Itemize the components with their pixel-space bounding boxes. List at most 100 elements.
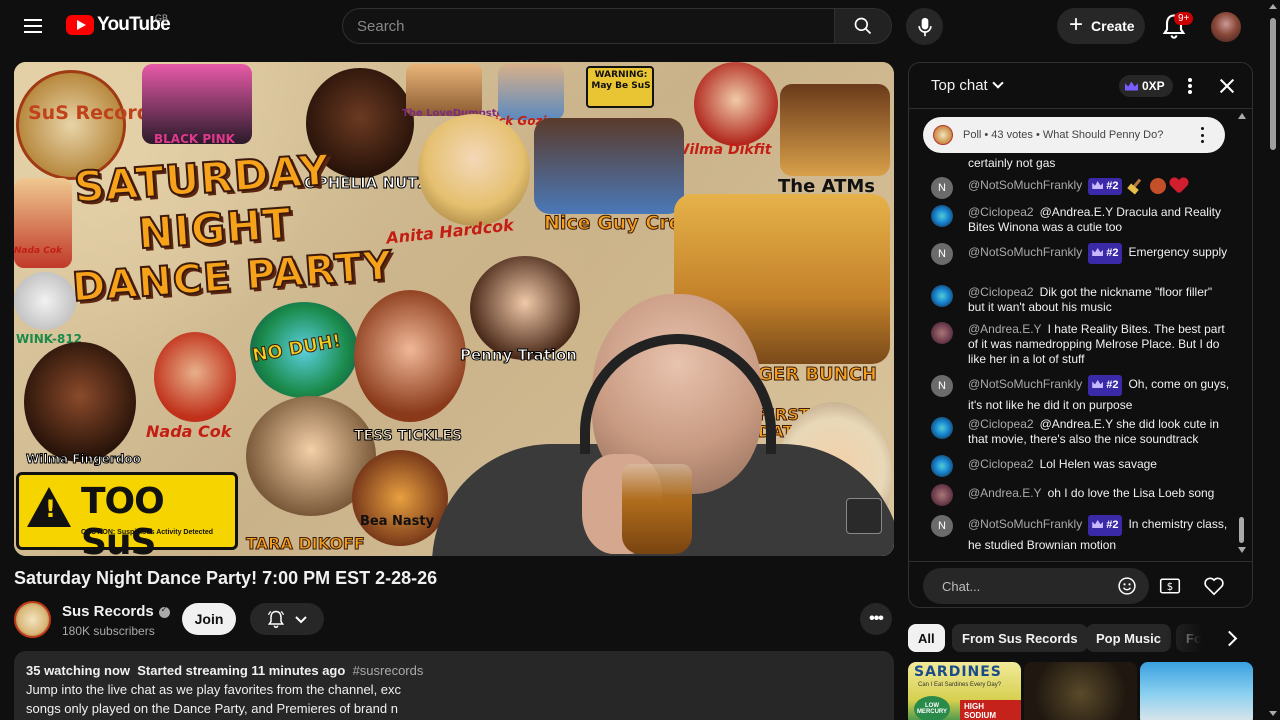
close-icon[interactable] [1217,76,1237,96]
chat-author[interactable]: @Andrea.E.Y [968,486,1042,500]
thumb-tara: TARA DIKOFF [246,534,366,554]
chat-author[interactable]: @NotSoMuchFrankly [968,178,1082,192]
portrait-wilma-dikfit [694,62,778,146]
search-button[interactable] [834,8,892,44]
create-label: Create [1091,18,1135,34]
thumb-too-sus: TOO SuS [81,481,165,556]
portrait-atms [780,84,890,176]
heart-button[interactable] [1202,574,1226,598]
portrait-nice-guy [534,118,684,214]
chat-author[interactable]: @NotSoMuchFrankly [968,245,1082,259]
chat-message-list[interactable]: certainly not gas N @NotSoMuchFrankly #2 … [909,153,1239,553]
chevron-down-icon [295,616,307,624]
chat-avatar[interactable] [931,285,953,307]
create-button[interactable]: + Create [1057,8,1145,44]
hashtag-link[interactable]: #susrecords [353,663,424,678]
scroll-down-arrow-icon[interactable] [1238,547,1246,553]
thumb-nada-small: Nada Cok [14,246,63,256]
chat-avatar[interactable] [931,205,953,227]
scroll-down-arrow-icon[interactable] [1269,711,1277,716]
chat-author[interactable]: @NotSoMuchFrankly [968,517,1082,531]
search-icon [854,17,872,35]
svg-text:$: $ [1167,582,1173,593]
thumb-warning: WARNING: May Be SuS [591,70,651,91]
crown-icon [1092,181,1104,190]
xp-pill[interactable]: 0XP [1119,75,1173,97]
chip-pop-music[interactable]: Pop Music [1086,624,1172,652]
chat-avatar[interactable] [931,322,953,344]
emoji-icon [1118,577,1136,595]
channel-watermark[interactable] [846,498,882,534]
chat-avatar[interactable]: N [931,177,953,199]
recommended-video[interactable]: SARDINES Can I Eat Sardines Every Day? L… [908,662,1021,720]
chat-avatar[interactable]: N [931,515,953,537]
chat-mode-dropdown[interactable]: Top chat [931,77,1004,94]
thumb-bea: Bea Nasty [360,514,435,529]
chat-scrollbar-thumb[interactable] [1239,517,1244,543]
menu-icon[interactable] [18,12,48,40]
channel-name[interactable]: Sus Records [62,603,170,620]
recommended-video[interactable] [1024,662,1137,720]
chat-message-text: Emergency supply [1128,245,1228,259]
chevron-right-icon[interactable] [1220,628,1240,648]
member-badge: #2 [1088,375,1123,396]
scroll-up-arrow-icon[interactable] [1269,4,1277,9]
live-chat-panel: Top chat 0XP Poll • 43 votes • What Shou… [908,62,1253,608]
chat-avatar[interactable]: N [931,375,953,397]
chat-message-body: @NotSoMuchFrankly #2 [968,178,1230,196]
crown-icon [1092,248,1104,256]
chip-all[interactable]: All [908,624,945,652]
badge-rank: #2 [1106,247,1119,259]
poll-options-icon[interactable] [1199,127,1205,143]
join-button[interactable]: Join [182,603,236,635]
rec-thumb-title: SARDINES [914,664,1002,680]
search-input[interactable] [342,8,834,44]
poll-avatar [933,125,953,145]
scrollbar-thumb[interactable] [1270,18,1276,150]
chat-message-text: Lol Helen was savage [1039,457,1157,471]
channel-avatar[interactable] [14,601,51,638]
chip-from-channel[interactable]: From Sus Records [952,624,1088,652]
chat-avatar[interactable] [931,417,953,439]
chat-avatar[interactable] [931,455,953,477]
voice-search-button[interactable] [906,8,943,45]
chat-message-body: @NotSoMuchFrankly #2 In chemistry class, h… [968,515,1230,555]
chat-author[interactable]: @Ciclopea2 [968,417,1034,431]
video-title: Saturday Night Dance Party! 7:00 PM EST … [14,568,438,588]
emoji-button[interactable] [1115,574,1139,598]
chat-author[interactable]: @NotSoMuchFrankly [968,377,1082,391]
account-avatar[interactable] [1211,12,1241,42]
video-player[interactable]: SuS Records BLACK PINK OPHELIA NUTZ The … [14,62,894,556]
chat-author[interactable]: @Ciclopea2 [968,457,1034,471]
chat-options-icon[interactable] [1185,76,1195,96]
chat-avatar[interactable] [931,484,953,506]
webcam-overlay [432,294,894,556]
description-line: Jump into the live chat as we play favor… [26,682,402,697]
channel-name-text[interactable]: Sus Records [62,603,154,620]
notifications-button[interactable] [250,603,324,635]
chat-message-body: @Ciclopea2 Lol Helen was savage [968,457,1230,472]
page-scrollbar[interactable] [1266,0,1280,720]
poll-banner[interactable]: Poll • 43 votes • What Should Penny Do? [923,117,1225,153]
chat-author[interactable]: @Ciclopea2 [968,285,1034,299]
super-chat-button[interactable]: $ [1158,574,1182,598]
chat-title: Top chat [931,77,988,94]
chat-message-body: @Ciclopea2 Dik got the nickname "floor fi… [968,285,1230,315]
description-meta: 35 watching now Started streaming 11 min… [26,661,882,680]
thumb-wilma-f: Wilma Fingerdoo [26,452,142,467]
more-actions-button[interactable]: ••• [860,603,892,635]
scroll-up-arrow-icon[interactable] [1238,113,1246,119]
member-badge: #2 [1088,243,1123,264]
chat-author[interactable]: @Andrea.E.Y [968,322,1042,336]
chat-message-body: @Ciclopea2 @Andrea.E.Y Dracula and Realit… [968,205,1230,235]
recommended-video[interactable] [1140,662,1253,720]
channel-row: Sus Records 180K subscribers Join ••• [14,600,894,640]
subscriber-count: 180K subscribers [62,624,155,638]
broom-emoji-icon [1128,178,1146,192]
chat-author[interactable]: @Ciclopea2 [968,205,1034,219]
chat-avatar[interactable]: N [931,243,953,265]
drink-glass [622,464,692,554]
description-box[interactable]: 35 watching now Started streaming 11 min… [14,651,894,720]
member-badge: #2 [1088,178,1123,196]
chat-scrollbar[interactable] [1237,113,1247,553]
